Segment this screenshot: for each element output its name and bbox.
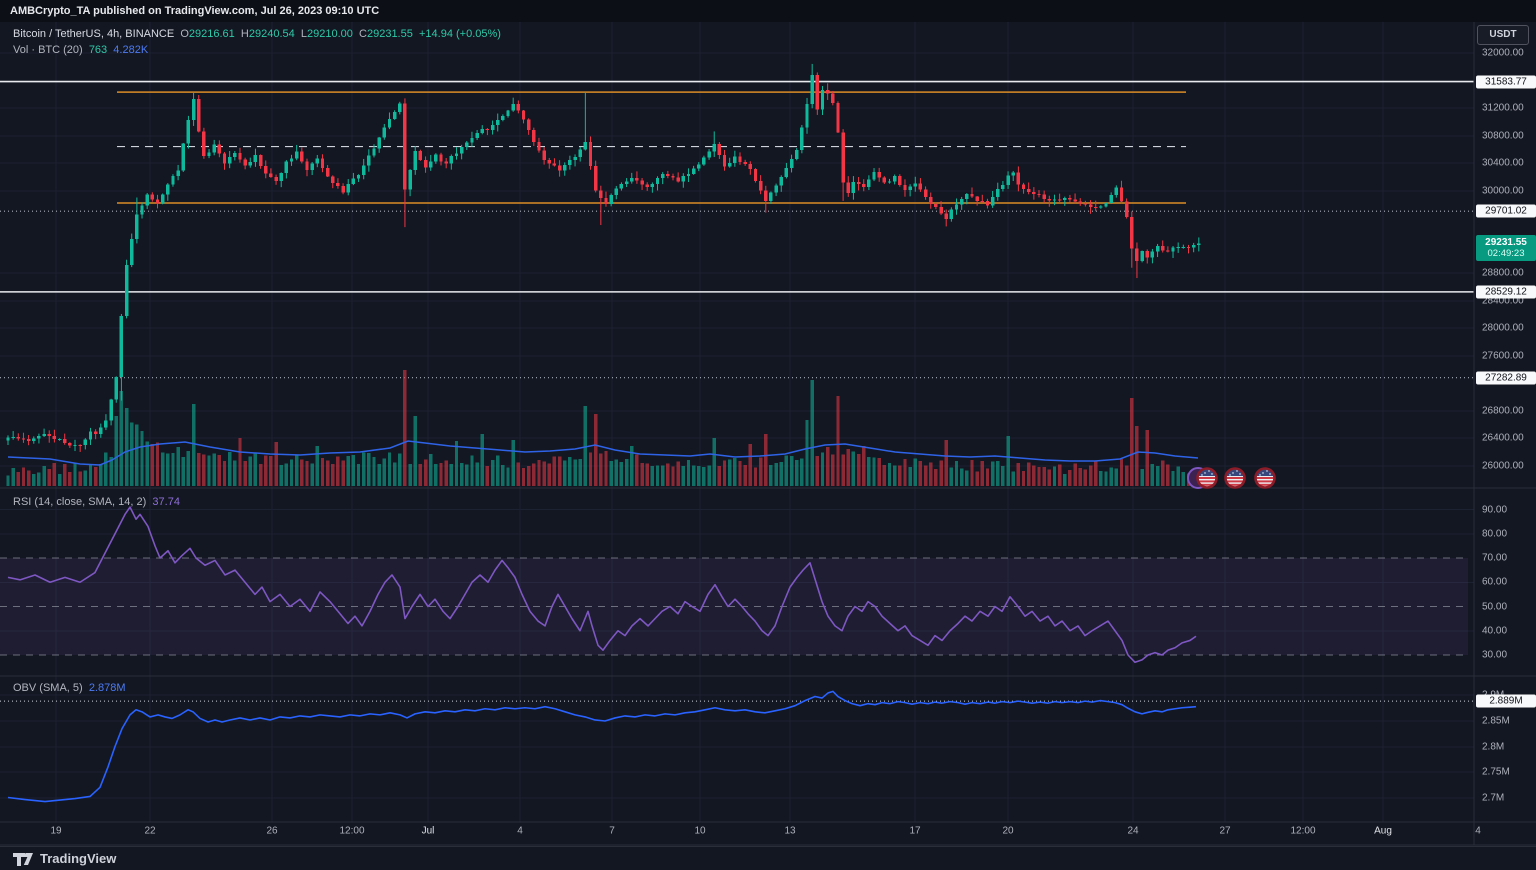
time-tick[interactable]: 12:00 xyxy=(339,826,364,837)
time-tick[interactable]: 4 xyxy=(1475,826,1481,837)
time-tick[interactable]: 13 xyxy=(784,826,795,837)
ohlc-o-label: O xyxy=(180,28,189,40)
ohlc-c-label: C xyxy=(359,28,367,40)
obv-level-badge: 2.889M xyxy=(1476,695,1536,708)
time-tick[interactable]: Aug xyxy=(1374,826,1392,837)
rsi-tick: 70.00 xyxy=(1482,553,1507,564)
time-tick[interactable]: 20 xyxy=(1002,826,1013,837)
rsi-tick: 40.00 xyxy=(1482,626,1507,637)
obv-tick: 2.85M xyxy=(1482,716,1510,727)
bar-countdown: 02:49:23 xyxy=(1478,248,1534,259)
chart-canvas[interactable] xyxy=(0,0,1536,870)
price-tick: 30000.00 xyxy=(1482,186,1524,197)
tradingview-published-chart: AMBCrypto_TA published on TradingView.co… xyxy=(0,0,1536,870)
tradingview-logo-icon[interactable] xyxy=(12,852,34,866)
price-tick: 31200.00 xyxy=(1482,103,1524,114)
obv-legend[interactable]: OBV (SMA, 5) 2.878M xyxy=(13,682,126,694)
publish-banner: AMBCrypto_TA published on TradingView.co… xyxy=(0,0,1536,22)
price-tick: 30400.00 xyxy=(1482,158,1524,169)
obv-tick: 2.7M xyxy=(1482,793,1504,804)
price-level-badge: 27282.89 xyxy=(1476,372,1536,385)
ohlc-c-value: 29231.55 xyxy=(367,28,413,40)
time-tick[interactable]: 4 xyxy=(517,826,523,837)
time-tick[interactable]: 24 xyxy=(1127,826,1138,837)
time-tick[interactable]: 12:00 xyxy=(1290,826,1315,837)
ohlc-o-value: 29216.61 xyxy=(189,28,235,40)
change-value: +14.94 (+0.05%) xyxy=(419,28,501,40)
price-tick: 28800.00 xyxy=(1482,268,1524,279)
us-flag-event-icon[interactable] xyxy=(1226,469,1245,488)
time-tick[interactable]: 22 xyxy=(144,826,155,837)
rsi-tick: 50.00 xyxy=(1482,602,1507,613)
price-tick: 32000.00 xyxy=(1482,48,1524,59)
last-price-value: 29231.55 xyxy=(1478,237,1534,248)
symbol-title: Bitcoin / TetherUS, 4h, BINANCE xyxy=(13,28,174,40)
price-tick: 30800.00 xyxy=(1482,131,1524,142)
ohlc-h-value: 29240.54 xyxy=(249,28,295,40)
ohlc-h-label: H xyxy=(241,28,249,40)
rsi-tick: 60.00 xyxy=(1482,577,1507,588)
volume-legend-label: Vol · BTC (20) xyxy=(13,44,83,56)
us-flag-event-icon[interactable] xyxy=(1198,469,1217,488)
price-tick: 26400.00 xyxy=(1482,433,1524,444)
volume-ma-value: 4.282K xyxy=(113,44,148,56)
last-price-badge: 29231.55 02:49:23 xyxy=(1476,235,1536,261)
price-tick: 27600.00 xyxy=(1482,351,1524,362)
price-level-badge: 31583.77 xyxy=(1476,76,1536,89)
event-markers[interactable] xyxy=(1188,468,1275,488)
rsi-value: 37.74 xyxy=(152,496,180,508)
volume-value: 763 xyxy=(89,44,107,56)
chart-background xyxy=(0,22,1536,870)
obv-value: 2.878M xyxy=(89,682,126,694)
obv-tick: 2.8M xyxy=(1482,742,1504,753)
rsi-legend[interactable]: RSI (14, close, SMA, 14, 2) 37.74 xyxy=(13,496,180,508)
ohlc-l-value: 29210.00 xyxy=(307,28,353,40)
obv-tick: 2.75M xyxy=(1482,767,1510,778)
currency-toggle-button[interactable]: USDT xyxy=(1477,25,1529,45)
rsi-legend-label: RSI (14, close, SMA, 14, 2) xyxy=(13,496,146,508)
footer-bar: TradingView xyxy=(0,846,1536,870)
rsi-tick: 80.00 xyxy=(1482,529,1507,540)
volume-legend[interactable]: Vol · BTC (20) 763 4.282K xyxy=(13,44,148,56)
publish-banner-text: AMBCrypto_TA published on TradingView.co… xyxy=(10,5,379,17)
time-tick[interactable]: 10 xyxy=(694,826,705,837)
rsi-tick: 30.00 xyxy=(1482,650,1507,661)
time-tick[interactable]: 27 xyxy=(1219,826,1230,837)
time-tick[interactable]: 19 xyxy=(50,826,61,837)
symbol-legend[interactable]: Bitcoin / TetherUS, 4h, BINANCE O29216.6… xyxy=(13,28,501,40)
time-tick[interactable]: Jul xyxy=(422,826,435,837)
time-tick[interactable]: 7 xyxy=(609,826,615,837)
time-tick[interactable]: 26 xyxy=(266,826,277,837)
rsi-tick: 90.00 xyxy=(1482,505,1507,516)
price-level-badge: 28529.12 xyxy=(1476,286,1536,299)
price-tick: 26000.00 xyxy=(1482,461,1524,472)
price-tick: 26800.00 xyxy=(1482,406,1524,417)
us-flag-event-icon[interactable] xyxy=(1256,469,1275,488)
price-tick: 28000.00 xyxy=(1482,323,1524,334)
price-level-badge: 29701.02 xyxy=(1476,205,1536,218)
time-tick[interactable]: 17 xyxy=(909,826,920,837)
tradingview-brand[interactable]: TradingView xyxy=(40,851,116,866)
obv-legend-label: OBV (SMA, 5) xyxy=(13,682,83,694)
